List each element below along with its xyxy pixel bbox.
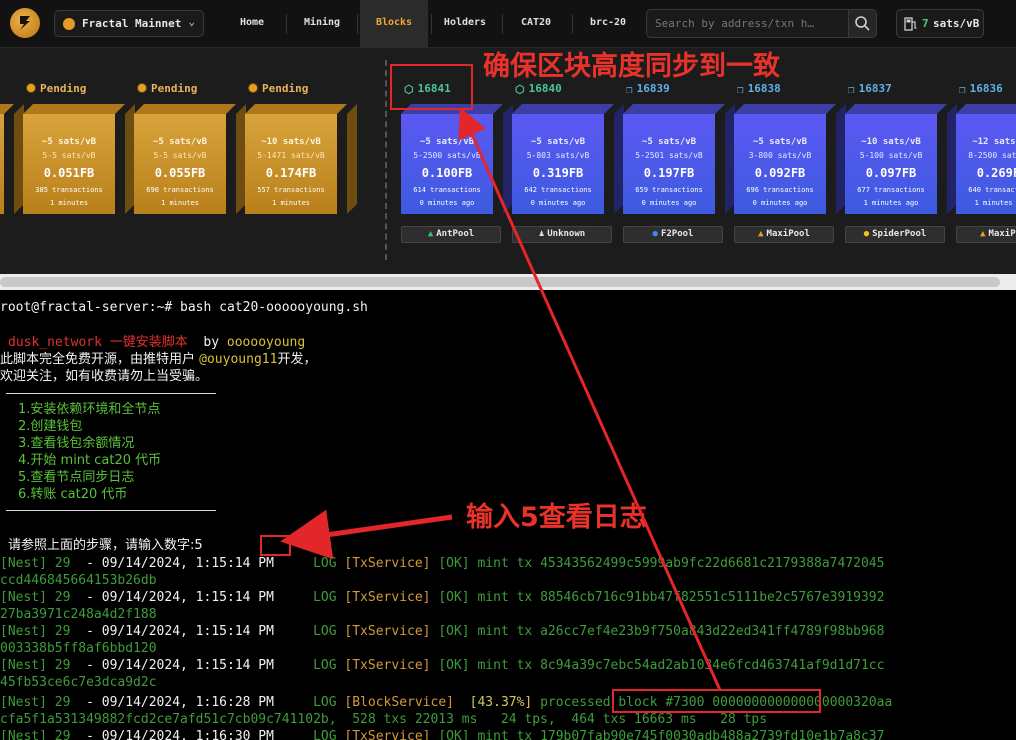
annotation-arrows bbox=[280, 107, 722, 691]
arrow-to-block-height bbox=[458, 107, 722, 691]
arrow-to-input bbox=[280, 509, 453, 560]
